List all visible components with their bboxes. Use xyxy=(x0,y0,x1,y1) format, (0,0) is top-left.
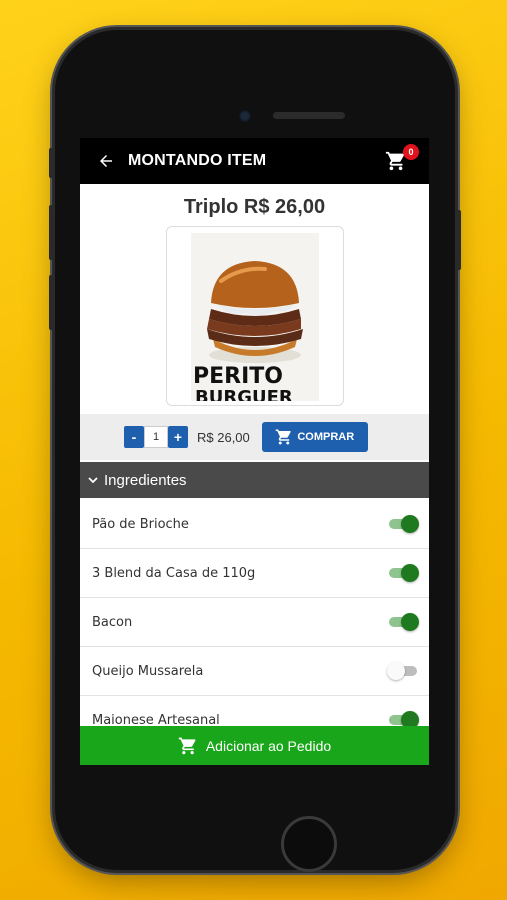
home-button[interactable] xyxy=(281,816,337,872)
arrow-back-icon[interactable] xyxy=(96,151,116,171)
ingredient-name: Maionese Artesanal xyxy=(92,712,220,727)
unit-price: R$ 26,00 xyxy=(197,429,250,445)
buy-button[interactable]: COMPRAR xyxy=(261,422,368,452)
app-bar: MONTANDO ITEM 0 xyxy=(80,138,429,184)
image-logo-line1: PERITO xyxy=(193,364,283,389)
quantity-bar: - 1 + R$ 26,00 COMPRAR xyxy=(80,414,429,460)
buy-button-label: COMPRAR xyxy=(297,431,355,443)
add-to-order-button[interactable]: Adicionar ao Pedido xyxy=(80,726,429,765)
phone-side-button xyxy=(49,148,54,178)
image-logo-line2: BURGUER xyxy=(195,387,293,401)
shopping-cart-icon xyxy=(178,737,196,754)
earpiece-speaker xyxy=(273,112,345,119)
page-title: MONTANDO ITEM xyxy=(128,152,267,169)
phone-volume-up xyxy=(49,205,54,260)
list-item: Maionese Artesanal xyxy=(80,696,429,726)
phone-volume-down xyxy=(49,275,54,330)
ingredient-toggle[interactable] xyxy=(387,661,419,681)
ingredient-name: Bacon xyxy=(92,614,133,630)
product-content: Triplo R$ 26,00 PERITO BURGUER - 1 + R$ … xyxy=(80,184,429,726)
ingredient-name: 3 Blend da Casa de 110g xyxy=(92,565,256,581)
ingredient-toggle[interactable] xyxy=(387,710,419,726)
ingredient-name: Queijo Mussarela xyxy=(92,663,204,679)
increase-quantity-button[interactable]: + xyxy=(168,426,188,448)
cart-count-badge: 0 xyxy=(403,144,419,160)
decrease-quantity-button[interactable]: - xyxy=(124,426,144,448)
quantity-input[interactable]: 1 xyxy=(144,426,168,448)
list-item: 3 Blend da Casa de 110g xyxy=(80,549,429,598)
ingredients-header[interactable]: Ingredientes xyxy=(80,462,429,498)
list-item: Bacon xyxy=(80,598,429,647)
chevron-down-icon xyxy=(86,473,100,487)
product-title: Triplo R$ 26,00 xyxy=(183,196,326,218)
ingredient-toggle[interactable] xyxy=(387,563,419,583)
add-to-order-label: Adicionar ao Pedido xyxy=(205,737,332,754)
ingredient-toggle[interactable] xyxy=(387,514,419,534)
ingredient-toggle[interactable] xyxy=(387,612,419,632)
shopping-cart-icon xyxy=(276,429,292,445)
ingredients-header-label: Ingredientes xyxy=(104,471,187,489)
front-camera xyxy=(239,110,251,122)
list-item: Pão de Brioche xyxy=(80,500,429,549)
ingredient-name: Pão de Brioche xyxy=(92,516,189,532)
product-image-frame: PERITO BURGUER xyxy=(166,226,344,406)
phone-power-button xyxy=(456,210,461,270)
product-image: PERITO BURGUER xyxy=(191,233,319,401)
list-item: Queijo Mussarela xyxy=(80,647,429,696)
ingredients-list: Pão de Brioche 3 Blend da Casa de 110g B… xyxy=(80,500,429,726)
cart-button[interactable]: 0 xyxy=(385,144,419,174)
app-screen: MONTANDO ITEM 0 Triplo R$ 26,00 PERITO B… xyxy=(80,138,429,765)
